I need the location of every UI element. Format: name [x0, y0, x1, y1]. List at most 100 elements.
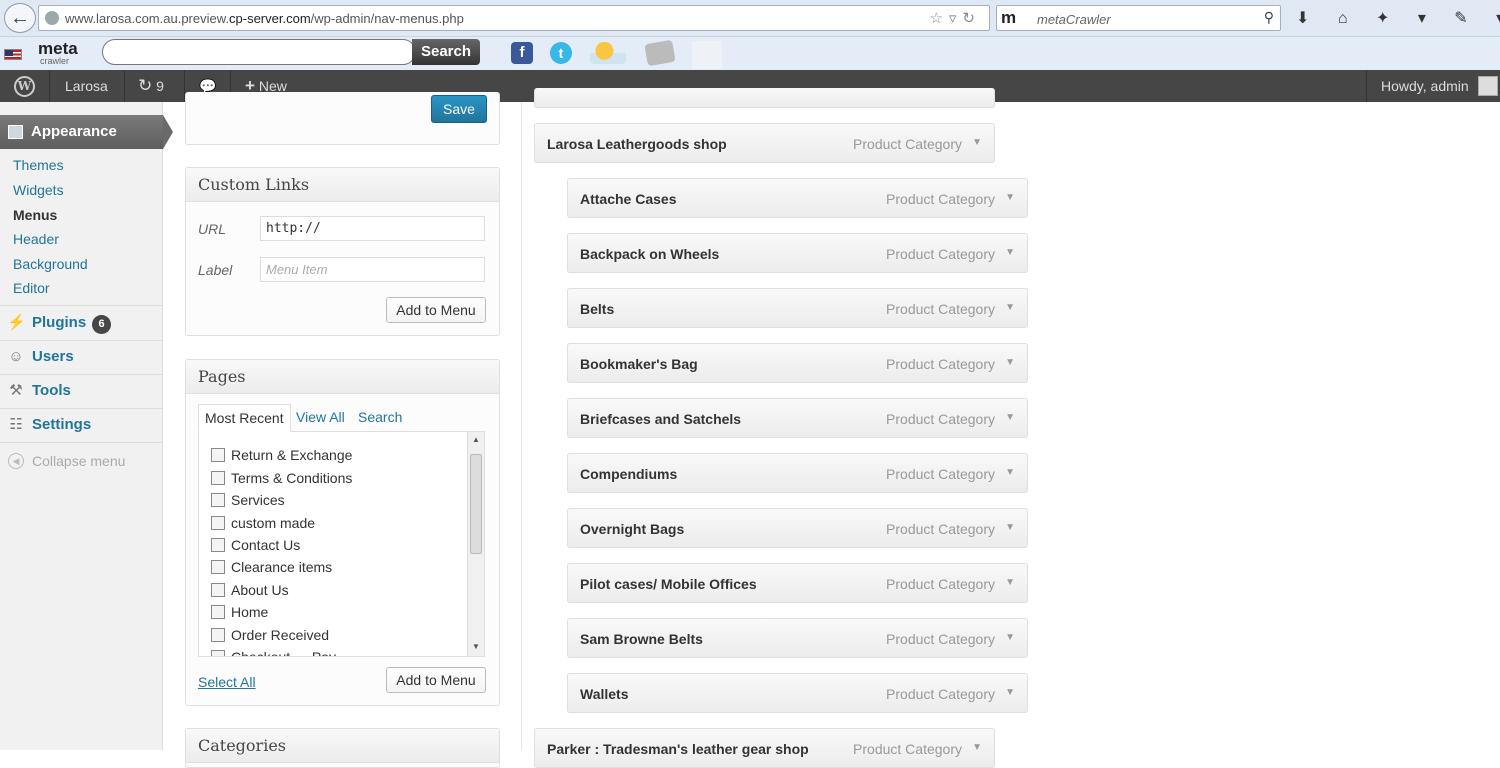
- chevron-down-icon[interactable]: ▼: [1005, 302, 1015, 313]
- weather-icon[interactable]: [590, 42, 626, 64]
- url-input[interactable]: http://: [260, 216, 485, 241]
- menu-item-child[interactable]: Wallets Product Category ▼: [567, 673, 1028, 713]
- submenu-background[interactable]: Background: [13, 256, 88, 272]
- scroll-thumb[interactable]: [470, 454, 482, 554]
- select-all-link[interactable]: Select All: [198, 674, 256, 690]
- menu-item-child[interactable]: Attache Cases Product Category ▼: [567, 178, 1028, 218]
- search-engine-field[interactable]: m metaCrawler ⚲: [996, 5, 1281, 31]
- list-item[interactable]: About Us: [211, 582, 289, 598]
- submenu-widgets[interactable]: Widgets: [13, 182, 64, 198]
- list-item[interactable]: Order Received: [211, 627, 329, 643]
- browser-nav-icons[interactable]: ⬇ ⌂ ✦ ▾ ✎ ▾: [1296, 8, 1500, 28]
- menu-item-child[interactable]: Pilot cases/ Mobile Offices Product Cate…: [567, 563, 1028, 603]
- menu-item-title: Sam Browne Belts: [580, 631, 703, 647]
- chevron-down-icon[interactable]: ▼: [1005, 247, 1015, 258]
- checkbox[interactable]: [211, 493, 225, 507]
- menu-item-child[interactable]: Briefcases and Satchels Product Category…: [567, 398, 1028, 438]
- address-field[interactable]: www.larosa.com.au.preview.cp-server.com/…: [38, 5, 990, 31]
- menu-item-child[interactable]: Backpack on Wheels Product Category ▼: [567, 233, 1028, 273]
- list-item[interactable]: Terms & Conditions: [211, 470, 352, 486]
- pages-add-button[interactable]: Add to Menu: [386, 667, 486, 693]
- facebook-icon[interactable]: f: [511, 42, 533, 64]
- checkbox[interactable]: [211, 560, 225, 574]
- checkbox[interactable]: [211, 471, 225, 485]
- menu-item-child[interactable]: Compendiums Product Category ▼: [567, 453, 1028, 493]
- checkbox[interactable]: [211, 605, 225, 619]
- list-item[interactable]: Home: [211, 604, 268, 620]
- sidebar-item-appearance[interactable]: Appearance: [0, 115, 173, 149]
- menu-item-child[interactable]: Bookmaker's Bag Product Category ▼: [567, 343, 1028, 383]
- toolbar-search-input[interactable]: [102, 39, 416, 65]
- pages-title: Pages: [186, 360, 499, 394]
- submenu-menus[interactable]: Menus: [13, 207, 57, 223]
- menu-item-title: Attache Cases: [580, 191, 677, 207]
- twitter-icon[interactable]: t: [550, 42, 572, 64]
- checkbox[interactable]: [211, 650, 225, 656]
- menu-item-child[interactable]: Belts Product Category ▼: [567, 288, 1028, 328]
- list-item[interactable]: Services: [211, 492, 285, 508]
- search-icon[interactable]: ⚲: [1264, 9, 1274, 26]
- list-item[interactable]: Clearance items: [211, 559, 332, 575]
- news-icon[interactable]: [644, 39, 676, 67]
- collapse-menu-button[interactable]: ◀ Collapse menu: [0, 446, 163, 476]
- menu-item-title: Backpack on Wheels: [580, 246, 720, 262]
- us-flag-icon[interactable]: [4, 49, 22, 60]
- sidebar-item-plugins[interactable]: ⚡ Plugins 6: [0, 306, 163, 340]
- checkbox[interactable]: [211, 538, 225, 552]
- custom-links-add-button[interactable]: Add to Menu: [386, 297, 486, 323]
- back-button[interactable]: ←: [4, 3, 36, 33]
- tab-view-all[interactable]: View All: [290, 404, 351, 432]
- bookmark-star-icon[interactable]: ☆▿↻: [929, 9, 981, 27]
- site-name-link[interactable]: Larosa: [65, 70, 108, 102]
- updates-link[interactable]: ↻ 9: [138, 70, 164, 102]
- chevron-down-icon[interactable]: ▼: [1005, 192, 1015, 203]
- chevron-down-icon[interactable]: ▼: [1005, 522, 1015, 533]
- sidebar-item-users[interactable]: ☺ Users: [0, 340, 163, 374]
- howdy-user[interactable]: Howdy, admin: [1381, 70, 1469, 102]
- menu-item-type: Product Category: [886, 521, 995, 537]
- checkbox[interactable]: [211, 448, 225, 462]
- chevron-down-icon[interactable]: ▼: [1005, 577, 1015, 588]
- menu-item-child[interactable]: Sam Browne Belts Product Category ▼: [567, 618, 1028, 658]
- menu-item-parent[interactable]: Parker : Tradesman's leather gear shop P…: [534, 728, 995, 768]
- wordpress-logo-icon[interactable]: W: [14, 76, 35, 97]
- menu-item-type: Product Category: [853, 741, 962, 757]
- checkbox[interactable]: [211, 583, 225, 597]
- menu-item-partial[interactable]: [534, 88, 995, 108]
- list-item[interactable]: Return & Exchange: [211, 447, 352, 463]
- submenu-header[interactable]: Header: [13, 231, 59, 247]
- chevron-down-icon[interactable]: ▼: [972, 742, 982, 753]
- scroll-down-icon[interactable]: ▼: [472, 642, 480, 651]
- checkbox[interactable]: [211, 628, 225, 642]
- toolbar-search-button[interactable]: Search: [412, 39, 480, 65]
- chevron-down-icon[interactable]: ▼: [1005, 687, 1015, 698]
- menu-item-type: Product Category: [886, 356, 995, 372]
- save-button[interactable]: Save: [431, 95, 487, 123]
- submenu-themes[interactable]: Themes: [13, 157, 64, 173]
- chevron-down-icon[interactable]: ▼: [1005, 467, 1015, 478]
- checkbox[interactable]: [211, 516, 225, 530]
- menu-item-child[interactable]: Overnight Bags Product Category ▼: [567, 508, 1028, 548]
- chevron-down-icon[interactable]: ▼: [1005, 357, 1015, 368]
- chevron-down-icon[interactable]: ▼: [972, 137, 982, 148]
- sidebar-item-tools[interactable]: ⚒ Tools: [0, 374, 163, 408]
- chevron-down-icon[interactable]: ▼: [1005, 632, 1015, 643]
- pages-checklist: Return & Exchange Terms & Conditions Ser…: [198, 431, 485, 657]
- sidebar-item-settings[interactable]: ☷ Settings: [0, 408, 163, 442]
- submenu-editor[interactable]: Editor: [13, 280, 50, 296]
- list-item[interactable]: Checkout → Pay: [211, 649, 336, 656]
- list-item[interactable]: Contact Us: [211, 537, 300, 553]
- avatar[interactable]: [1478, 76, 1498, 96]
- list-item[interactable]: custom made: [211, 515, 315, 531]
- tab-search[interactable]: Search: [352, 404, 408, 432]
- custom-links-title: Custom Links: [186, 168, 499, 202]
- menu-item-parent[interactable]: Larosa Leathergoods shop Product Categor…: [534, 123, 995, 163]
- tab-most-recent[interactable]: Most Recent: [198, 404, 291, 432]
- sidebar-item-label: Appearance: [31, 123, 117, 140]
- toolbar-logo-sub: crawler: [40, 56, 70, 66]
- scroll-up-icon[interactable]: ▲: [472, 435, 480, 444]
- chevron-down-icon[interactable]: ▼: [1005, 412, 1015, 423]
- menu-item-type: Product Category: [886, 411, 995, 427]
- scrollbar[interactable]: ▲ ▼: [467, 432, 484, 656]
- label-input[interactable]: Menu Item: [260, 257, 485, 282]
